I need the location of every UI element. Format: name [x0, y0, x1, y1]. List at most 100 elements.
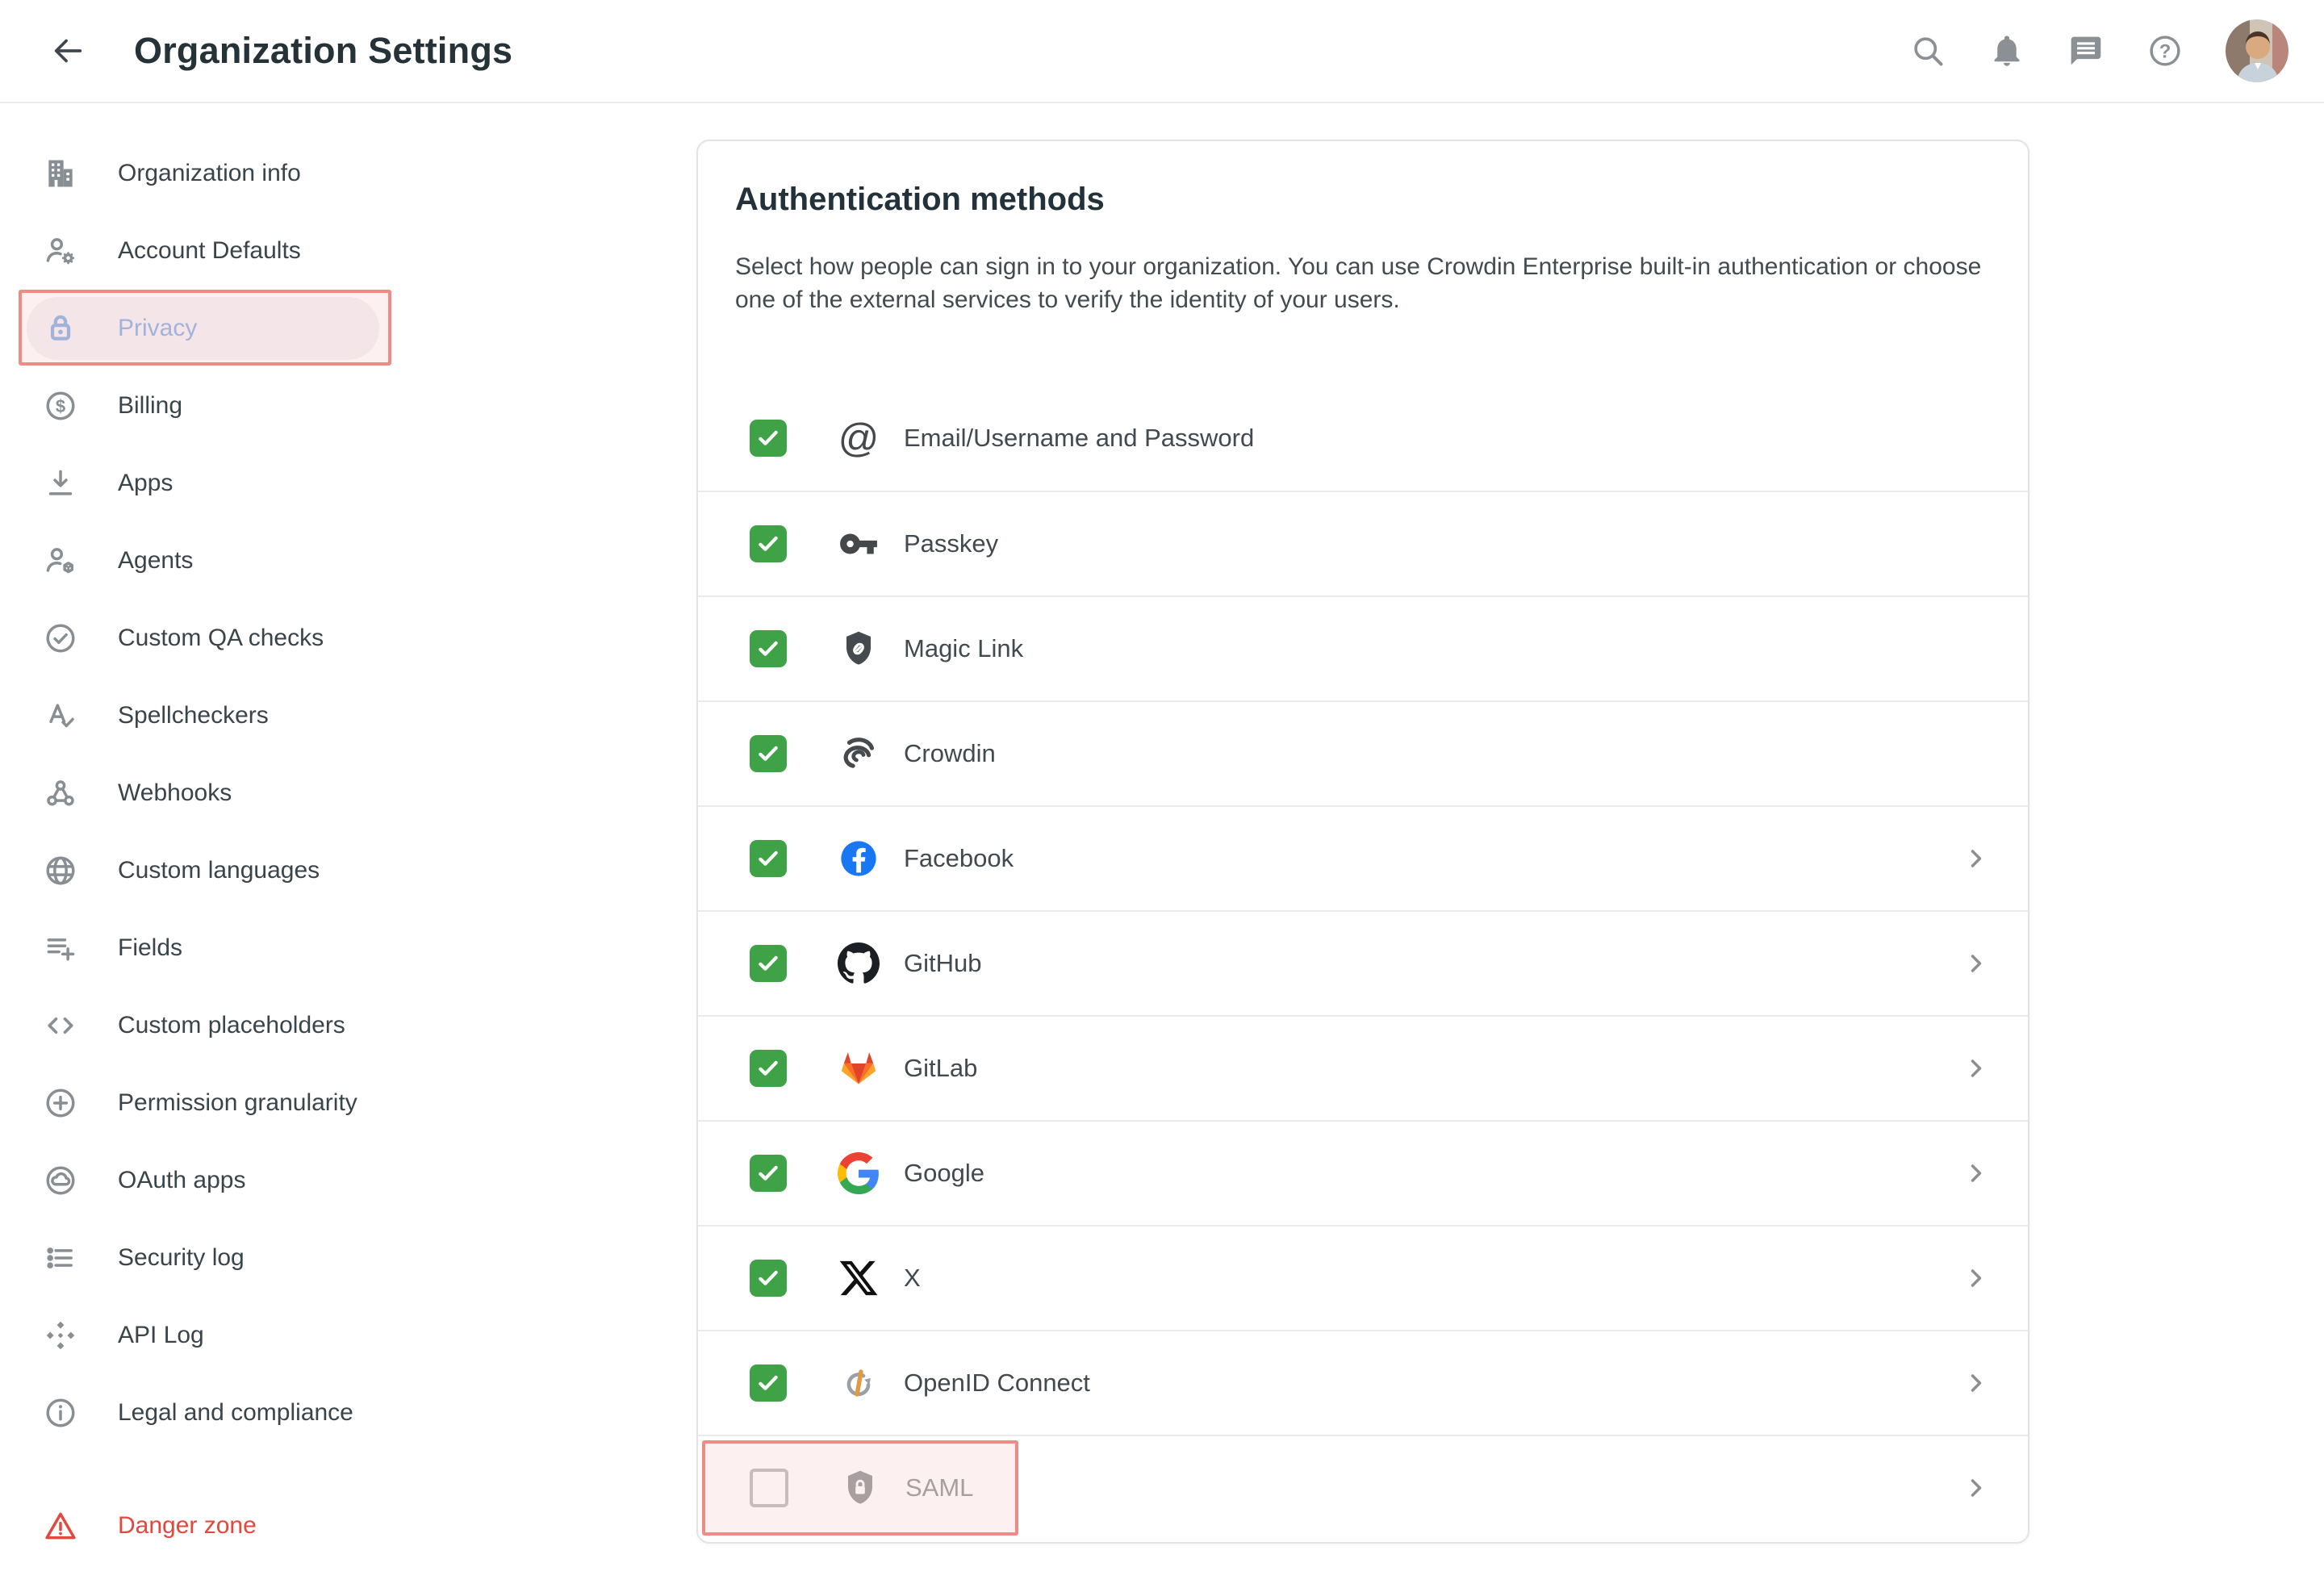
- sidebar-item-label: Spellcheckers: [118, 702, 269, 729]
- crowdin-checkbox[interactable]: [750, 735, 787, 772]
- chevron-right-icon[interactable]: [1962, 1159, 1991, 1188]
- sidebar-item-custom-languages[interactable]: Custom languages: [0, 832, 452, 909]
- sidebar-item-label: Custom languages: [118, 857, 320, 884]
- sidebar-item-label: Legal and compliance: [118, 1399, 353, 1427]
- sidebar-item-custom-qa-checks[interactable]: Custom QA checks: [0, 600, 452, 677]
- avatar-photo: [2226, 19, 2288, 82]
- google-checkbox[interactable]: [750, 1155, 787, 1192]
- sidebar-item-privacy[interactable]: Privacy: [0, 290, 452, 367]
- chevron-right-icon[interactable]: [1962, 1264, 1991, 1293]
- chevron-right-icon[interactable]: [1962, 1369, 1991, 1398]
- x-logo-icon: [836, 1256, 881, 1301]
- sidebar-item-permission-granularity[interactable]: Permission granularity: [0, 1064, 452, 1142]
- top-app-bar: Organization Settings: [0, 0, 2324, 103]
- sidebar-item-label: OAuth apps: [118, 1167, 245, 1194]
- auth-row-openid-connect[interactable]: OpenID Connect: [698, 1330, 2028, 1435]
- sidebar-item-label: Custom placeholders: [118, 1012, 345, 1039]
- sidebar-item-label: Account Defaults: [118, 237, 301, 265]
- sidebar-item-account-defaults[interactable]: Account Defaults: [0, 212, 452, 290]
- warning-triangle-icon: [42, 1507, 79, 1544]
- openid-checkbox[interactable]: [750, 1364, 787, 1402]
- auth-row-github[interactable]: GitHub: [698, 910, 2028, 1015]
- sidebar-item-api-log[interactable]: API Log: [0, 1297, 452, 1374]
- sidebar-item-danger-zone[interactable]: Danger zone: [0, 1487, 452, 1565]
- sidebar-item-legal-and-compliance[interactable]: Legal and compliance: [0, 1374, 452, 1452]
- saml-checkbox[interactable]: [750, 1469, 788, 1507]
- organization-settings-page: Organization Settings: [0, 0, 2324, 1588]
- passkey-checkbox[interactable]: [750, 525, 787, 562]
- globe-icon: [42, 852, 79, 889]
- card-description: Select how people can sign in to your or…: [735, 250, 1984, 316]
- sidebar-item-apps[interactable]: Apps: [0, 445, 452, 522]
- chevron-right-icon[interactable]: [1962, 1054, 1991, 1083]
- page-title: Organization Settings: [134, 30, 512, 72]
- chevron-right-icon[interactable]: [1962, 844, 1991, 873]
- chat-icon: [2068, 33, 2104, 69]
- back-button[interactable]: [47, 30, 89, 72]
- auth-row-passkey[interactable]: Passkey: [698, 491, 2028, 596]
- settings-sidebar: Organization info Account Defaults Priva…: [0, 105, 452, 1565]
- sidebar-item-label: Billing: [118, 392, 182, 420]
- active-item-pill: [27, 297, 379, 360]
- help-button[interactable]: ?: [2146, 32, 2184, 69]
- info-circle-icon: [42, 1394, 79, 1431]
- search-button[interactable]: [1909, 32, 1946, 69]
- arrow-back-icon: [49, 32, 86, 69]
- auth-method-label: GitLab: [904, 1054, 977, 1083]
- sidebar-item-billing[interactable]: $ Billing: [0, 367, 452, 445]
- bell-icon: [1989, 33, 2025, 69]
- auth-row-facebook[interactable]: Facebook: [698, 805, 2028, 910]
- check-circle-icon: [42, 620, 79, 657]
- github-checkbox[interactable]: [750, 945, 787, 982]
- auth-row-magic-link[interactable]: Magic Link: [698, 596, 2028, 700]
- sidebar-item-agents[interactable]: Agents: [0, 522, 452, 600]
- gitlab-checkbox[interactable]: [750, 1050, 787, 1087]
- sidebar-item-organization-info[interactable]: Organization info: [0, 135, 452, 212]
- sidebar-item-label: Organization info: [118, 160, 301, 187]
- sidebar-item-custom-placeholders[interactable]: Custom placeholders: [0, 987, 452, 1064]
- sidebar-item-label: Custom QA checks: [118, 625, 324, 652]
- magic-link-checkbox[interactable]: [750, 630, 787, 667]
- auth-method-label: Passkey: [904, 529, 998, 558]
- search-icon: [1910, 33, 1946, 69]
- header-actions: ?: [1909, 19, 2288, 82]
- sidebar-item-security-log[interactable]: Security log: [0, 1219, 452, 1297]
- person-gear-icon: [42, 232, 79, 270]
- auth-method-label: Facebook: [904, 844, 1014, 873]
- shield-link-icon: [836, 626, 881, 671]
- auth-row-email-password[interactable]: @ Email/Username and Password: [698, 386, 2028, 491]
- messages-button[interactable]: [2067, 32, 2105, 69]
- sidebar-item-fields[interactable]: Fields: [0, 909, 452, 987]
- auth-method-label: Email/Username and Password: [904, 424, 1254, 453]
- auth-method-label: Google: [904, 1159, 984, 1188]
- card-title: Authentication methods: [735, 182, 1991, 218]
- sidebar-item-spellcheckers[interactable]: Spellcheckers: [0, 677, 452, 754]
- sidebar-item-label: Agents: [118, 547, 193, 575]
- auth-method-label: GitHub: [904, 949, 981, 978]
- dollar-circle-icon: $: [42, 387, 79, 424]
- sidebar-item-oauth-apps[interactable]: OAuth apps: [0, 1142, 452, 1219]
- facebook-checkbox[interactable]: [750, 840, 787, 877]
- auth-row-google[interactable]: Google: [698, 1120, 2028, 1225]
- user-avatar[interactable]: [2226, 19, 2288, 82]
- sidebar-item-label: Security log: [118, 1244, 245, 1272]
- chevron-right-icon[interactable]: [1962, 1473, 1991, 1502]
- auth-row-gitlab[interactable]: GitLab: [698, 1015, 2028, 1120]
- person-cube-icon: [42, 542, 79, 579]
- svg-text:?: ?: [2159, 40, 2171, 62]
- auth-row-crowdin[interactable]: Crowdin: [698, 700, 2028, 805]
- notifications-button[interactable]: [1988, 32, 2025, 69]
- openid-logo-icon: [836, 1360, 881, 1406]
- cloud-circle-icon: [42, 1162, 79, 1199]
- authentication-methods-card: Authentication methods Select how people…: [696, 140, 2029, 1544]
- auth-method-label: SAML: [905, 1473, 973, 1502]
- auth-method-label: Magic Link: [904, 634, 1023, 663]
- sidebar-item-webhooks[interactable]: Webhooks: [0, 754, 452, 832]
- sidebar-item-label: Apps: [118, 470, 173, 497]
- auth-method-label: Crowdin: [904, 739, 996, 768]
- auth-row-x[interactable]: X: [698, 1225, 2028, 1330]
- email-password-checkbox[interactable]: [750, 420, 787, 457]
- x-checkbox[interactable]: [750, 1260, 787, 1297]
- auth-row-saml[interactable]: SAML: [698, 1435, 2028, 1540]
- chevron-right-icon[interactable]: [1962, 949, 1991, 978]
